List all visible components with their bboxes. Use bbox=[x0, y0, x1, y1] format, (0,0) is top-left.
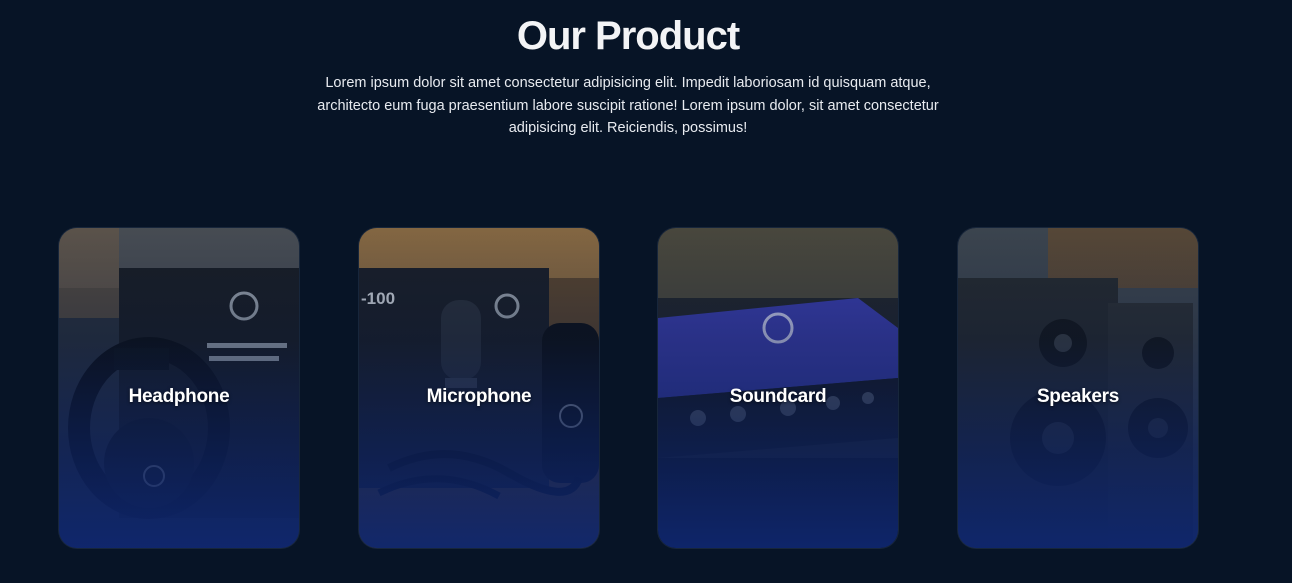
product-label-speakers: Speakers bbox=[1036, 386, 1120, 407]
product-card-speakers[interactable]: Speakers bbox=[958, 228, 1198, 548]
section-title: Our Product bbox=[516, 14, 740, 58]
product-card-soundcard[interactable]: Soundcard bbox=[658, 228, 898, 548]
product-card-microphone[interactable]: -100 Microphone bbox=[359, 228, 599, 548]
section-description: Lorem ipsum dolor sit amet consectetur a… bbox=[317, 75, 939, 136]
our-product-section: Our Product Lorem ipsum dolor sit amet c… bbox=[0, 0, 1292, 583]
product-card-headphone[interactable]: Headphone bbox=[59, 228, 299, 548]
product-label-headphone: Headphone bbox=[128, 386, 230, 407]
product-label-microphone: Microphone bbox=[426, 386, 532, 407]
product-label-soundcard: Soundcard bbox=[729, 386, 827, 407]
